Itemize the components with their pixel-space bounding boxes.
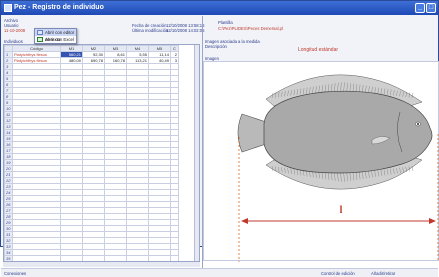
tail-fin bbox=[237, 113, 267, 153]
ultima-modificacion-label: Última modificación bbox=[132, 28, 169, 33]
status-edit-control[interactable]: Control de edición bbox=[321, 271, 355, 276]
minimize-button[interactable]: _ bbox=[415, 3, 425, 13]
status-add-remove[interactable]: Añadir/retirar bbox=[371, 271, 395, 276]
status-bar: Conexiones Control de edición Añadir/ret… bbox=[1, 268, 438, 277]
table-cell[interactable] bbox=[104, 255, 127, 261]
descripcion-value: Longitud estándar bbox=[298, 47, 339, 53]
status-left: Conexiones bbox=[4, 271, 27, 276]
window-title: Pez - Registro de individuo bbox=[14, 4, 104, 11]
excel-icon bbox=[37, 37, 43, 42]
arrowhead-left bbox=[241, 218, 248, 224]
individuals-table[interactable]: Código M1 M2 M3 M4 M5 C 1 Platyichthys flesus 56… bbox=[3, 44, 200, 262]
table-cell[interactable] bbox=[60, 255, 83, 261]
usuario-value: 11-10-2008 bbox=[4, 28, 26, 33]
vertical-scrollbar[interactable] bbox=[194, 45, 199, 261]
arrowhead-right bbox=[429, 218, 436, 224]
table-cell[interactable] bbox=[12, 255, 61, 261]
plantilla-label: Plantilla bbox=[218, 20, 233, 25]
app-icon bbox=[4, 4, 12, 12]
descripcion-label: Descripción bbox=[205, 44, 227, 49]
menu-item-open-excel[interactable]: Abrir con Excel bbox=[35, 36, 76, 43]
table-cell[interactable] bbox=[170, 255, 179, 261]
measure-label: l bbox=[340, 205, 343, 216]
notepad-icon bbox=[37, 30, 43, 35]
context-menu: Abrir con editor de texto Abrir con Exce… bbox=[34, 28, 77, 44]
data-grid[interactable]: Código M1 M2 M3 M4 M5 C 1 Platyichthys flesus 56… bbox=[4, 45, 179, 261]
app-window: Pez - Registro de individuo _ □ Archivo … bbox=[0, 0, 439, 277]
table-row[interactable]: 35 bbox=[4, 255, 179, 261]
measurement-image-panel[interactable]: l bbox=[203, 61, 439, 262]
plantilla-value: C:\Pez\PLIDES\Peces Demersal.pl bbox=[218, 26, 283, 31]
ultima-modificacion-value: 12/10/2008 14:02:05 bbox=[166, 28, 205, 33]
menu-item-open-text-editor[interactable]: Abrir con editor de texto bbox=[35, 29, 76, 42]
menu-item-label: Abrir con Excel bbox=[45, 37, 74, 42]
table-cell[interactable] bbox=[148, 255, 171, 261]
table-cell[interactable] bbox=[126, 255, 149, 261]
maximize-button[interactable]: □ bbox=[426, 3, 436, 13]
fish-body bbox=[263, 90, 433, 174]
title-bar: Pez - Registro de individuo _ □ bbox=[1, 1, 438, 15]
table-cell[interactable] bbox=[82, 255, 105, 261]
horizontal-scrollbar[interactable] bbox=[3, 262, 200, 267]
row-number[interactable]: 35 bbox=[4, 255, 13, 261]
fish-figure: l bbox=[237, 74, 439, 262]
fish-pupil bbox=[417, 123, 419, 125]
